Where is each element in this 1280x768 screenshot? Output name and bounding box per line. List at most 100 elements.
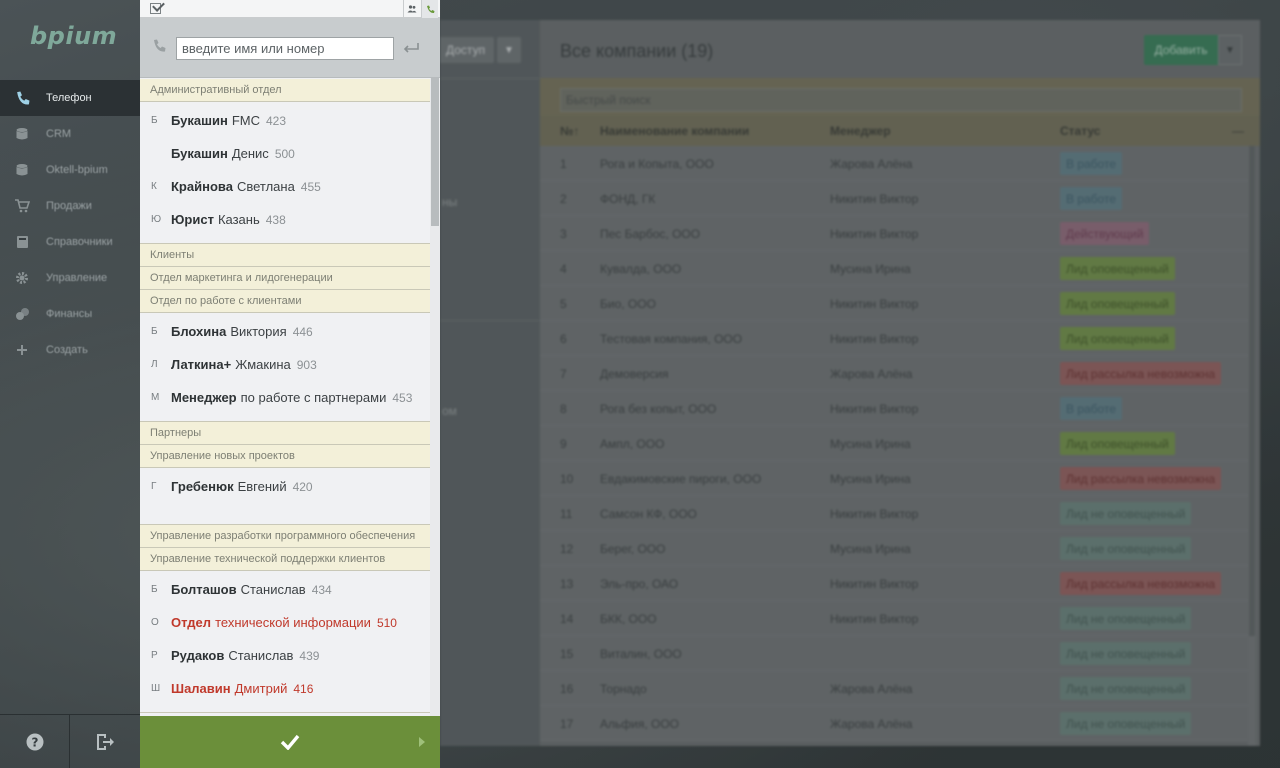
contact-extension: 446 [292, 324, 313, 339]
contact-extension: 434 [311, 582, 332, 597]
contact-group-header[interactable]: Отдел по работе с клиентами [140, 290, 430, 313]
group-spacer [140, 705, 430, 713]
column-menu-icon[interactable]: — [1232, 124, 1244, 138]
contact-item[interactable]: Б Блохина Виктория 446 [140, 315, 430, 348]
nav-bottom-bar: ? [0, 714, 140, 768]
access-button[interactable]: Доступ [440, 37, 494, 63]
table-row[interactable]: 9 Ампл, ООО Мусина Ирина Лид оповещенный [540, 426, 1248, 461]
gear-icon [14, 270, 30, 286]
contact-item[interactable]: М Менеджер по работе с партнерами 453 [140, 381, 430, 414]
contact-list-scrollbar[interactable] [430, 78, 440, 716]
table-row[interactable]: 3 Пес Барбос, ООО Никитин Виктор Действующи… [540, 216, 1248, 251]
column-header-manager[interactable]: Менеджер [830, 124, 891, 138]
logout-button[interactable] [70, 715, 140, 768]
app-logo[interactable]: bpium [30, 22, 117, 50]
phone-tab[interactable] [421, 0, 438, 18]
table-row[interactable]: 8 Рога без копыт, ООО Никитин Виктор В рабо… [540, 391, 1248, 426]
contact-group-header[interactable]: Административный отдел [140, 79, 430, 102]
column-header-status[interactable]: Статус [1060, 124, 1100, 138]
table-row[interactable]: 2 ФОНД, ГК Никитин Виктор В работе [540, 181, 1248, 216]
background-content: ны ом Доступ ▼ Все компании (19) Добавит… [440, 0, 1280, 768]
manager-name: Никитин Виктор [830, 577, 919, 591]
contact-last-name: Шалавин [171, 681, 231, 696]
contact-group-header[interactable]: Управление новых проектов [140, 445, 430, 468]
phone-search-input[interactable] [176, 37, 394, 60]
nav-item-0[interactable]: Телефон [0, 80, 140, 116]
plus-icon [14, 342, 30, 358]
status-badge: Лид оповещенный [1060, 432, 1175, 455]
table-row[interactable]: 16 Торнадо Жарова Алёна Лид не оповещенный [540, 671, 1248, 706]
nav-item-1[interactable]: CRM [0, 116, 140, 152]
status-badge: Лид не оповещенный [1060, 677, 1192, 700]
table-row[interactable]: 5 Био, ООО Никитин Виктор Лид оповещенный [540, 286, 1248, 321]
table-row[interactable]: 15 Виталин, ООО Лид не оповещенный [540, 636, 1248, 671]
table-row[interactable]: 11 Самсон КФ, ООО Никитин Виктор Лид не опо… [540, 496, 1248, 531]
contact-item[interactable]: Б Болташов Станислав 434 [140, 573, 430, 606]
column-header-company[interactable]: Наименование компании [600, 124, 749, 138]
nav-item-6[interactable]: Финансы [0, 296, 140, 332]
contact-item[interactable]: К Крайнова Светлана 455 [140, 170, 430, 203]
table-row[interactable]: 14 БКК, ООО Никитин Виктор Лид не оповещенн… [540, 601, 1248, 636]
manager-name: Жарова Алёна [830, 157, 913, 171]
add-button[interactable]: Добавить [1144, 35, 1218, 65]
row-number: 7 [560, 367, 567, 381]
nav-item-7[interactable]: Создать [0, 332, 140, 368]
contact-first-name: Денис [231, 146, 269, 161]
svg-text:?: ? [31, 736, 38, 750]
contact-group-header[interactable]: Отдел маркетинга и лидогенерации [140, 267, 430, 290]
contact-first-name: Евгений [237, 479, 287, 494]
enter-icon[interactable] [402, 40, 420, 54]
contact-item[interactable]: Г Гребенюк Евгений 420 [140, 470, 430, 503]
table-row[interactable]: 6 Тестовая компания, ООО Никитин Виктор Лид… [540, 321, 1248, 356]
contact-item[interactable]: Р Рудаков Станислав 439 [140, 639, 430, 672]
contact-extension: 416 [293, 681, 314, 696]
table-scrollbar[interactable] [1248, 146, 1256, 746]
select-all-checkbox[interactable] [150, 3, 161, 14]
contact-item[interactable]: О Отдел технической информации 510 [140, 606, 430, 639]
contact-extension: 903 [296, 357, 317, 372]
nav-item-3[interactable]: Продажи [0, 188, 140, 224]
table-row[interactable]: 13 Эль-про, ОАО Никитин Виктор Лид рассылка… [540, 566, 1248, 601]
contact-group-header[interactable]: Партнеры [140, 422, 430, 445]
table-row[interactable]: 7 Демоверсия Жарова Алёна Лид рассылка нево… [540, 356, 1248, 391]
contact-item[interactable]: Б Букашин FMC 423 [140, 104, 430, 137]
contacts-tab[interactable] [403, 0, 420, 18]
row-number: 2 [560, 192, 567, 206]
nav-item-4[interactable]: Справочники [0, 224, 140, 260]
table-row[interactable]: 1 Рога и Копыта, ООО Жарова Алёна В работе [540, 146, 1248, 181]
contact-last-name: Гребенюк [171, 479, 234, 494]
contact-group-header[interactable]: Клиенты [140, 244, 430, 267]
help-button[interactable]: ? [0, 715, 70, 768]
contact-item[interactable]: Букашин Денис 500 [140, 137, 430, 170]
nav-item-2[interactable]: Oktell-bpium [0, 152, 140, 188]
table-row[interactable]: 17 Альфия, ООО Жарова Алёна Лид не оповещен… [540, 706, 1248, 741]
database-icon [14, 126, 30, 142]
contact-last-name: Букашин [171, 113, 228, 128]
table-row[interactable]: 12 Берег, ООО Мусина Ирина Лид не оповещенн… [540, 531, 1248, 566]
add-dropdown-button[interactable]: ▼ [1218, 35, 1242, 65]
manager-name: Мусина Ирина [830, 472, 911, 486]
contact-first-name: технической информации [215, 615, 371, 630]
phone-panel: Административный отделББукашинFMC423Бука… [140, 0, 440, 768]
contact-item[interactable]: Ю Юрист Казань 438 [140, 203, 430, 236]
expand-arrow-icon[interactable] [417, 736, 427, 748]
contact-group-header[interactable]: Управление технической поддержки клиенто… [140, 548, 430, 571]
companies-panel: Все компании (19) Добавить ▼ Быстрый пои… [540, 20, 1260, 746]
quick-search-input[interactable]: Быстрый поиск [560, 88, 1242, 112]
contact-item[interactable]: Ш Шалавин Дмитрий 416 [140, 672, 430, 705]
logout-icon [97, 734, 114, 750]
company-name: Ампл, ООО [600, 437, 665, 451]
contact-index-letter: К [151, 181, 157, 192]
access-dropdown-button[interactable]: ▼ [497, 37, 521, 63]
nav-item-label: Телефон [46, 92, 92, 104]
table-row[interactable]: 4 Кувалда, ООО Мусина Ирина Лид оповещенный [540, 251, 1248, 286]
column-header-number[interactable]: №↑ [560, 124, 579, 138]
row-number: 5 [560, 297, 567, 311]
contact-item[interactable]: Л Латкина+ Жмакина 903 [140, 348, 430, 381]
contact-first-name: Станислав [240, 582, 306, 597]
nav-item-5[interactable]: Управление [0, 260, 140, 296]
confirm-check-button[interactable] [280, 734, 300, 750]
table-row[interactable]: 10 Евдакимовские пироги, ООО Мусина Ирина Л… [540, 461, 1248, 496]
manager-name: Жарова Алёна [830, 682, 913, 696]
contact-group-header[interactable]: Управление разработки программного обесп… [140, 525, 430, 548]
